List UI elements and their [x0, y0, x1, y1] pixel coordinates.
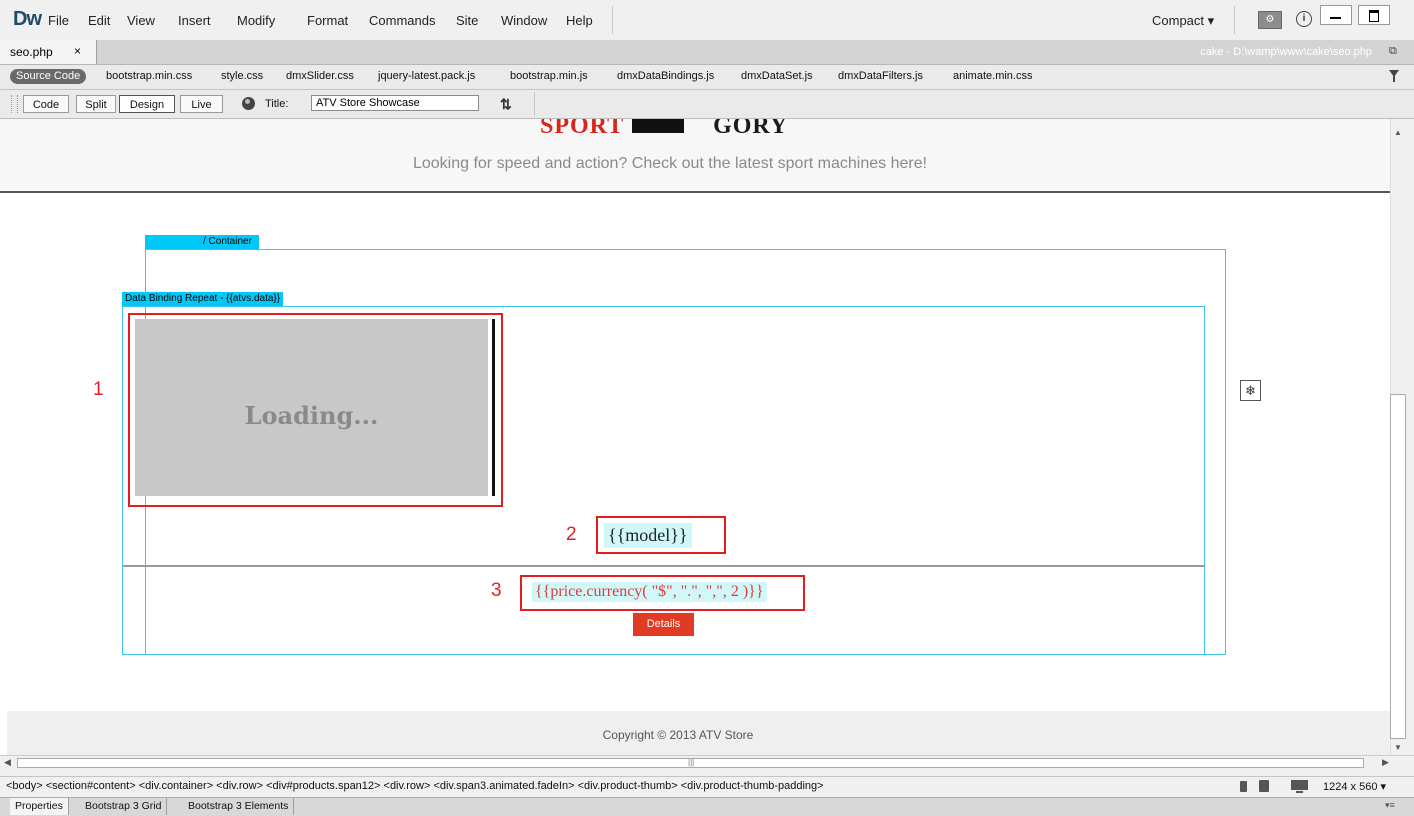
- menu-view[interactable]: View: [127, 13, 155, 28]
- data-binding-repeat-tag[interactable]: Data Binding Repeat - {{atvs.data}}: [122, 292, 284, 306]
- scroll-right-icon[interactable]: ▶: [1382, 757, 1389, 768]
- related-file-bootstrap-js[interactable]: bootstrap.min.js: [510, 70, 588, 82]
- tab-bootstrap-elements[interactable]: Bootstrap 3 Elements: [183, 798, 295, 815]
- menu-commands[interactable]: Commands: [369, 13, 435, 28]
- related-file-dmxdatabindings-js[interactable]: dmxDataBindings.js: [617, 70, 714, 82]
- sync-icon[interactable]: ⚙: [1258, 11, 1282, 29]
- menu-file[interactable]: File: [48, 13, 69, 28]
- tablet-icon[interactable]: [1259, 780, 1269, 792]
- close-icon[interactable]: ×: [74, 44, 81, 58]
- menu-help[interactable]: Help: [566, 13, 593, 28]
- split-view-button[interactable]: Split: [76, 95, 116, 113]
- annotation-2: 2: [566, 524, 577, 545]
- price-binding[interactable]: {{price.currency( "$", ".", ",", 2 )}}: [532, 582, 767, 602]
- maximize-button[interactable]: [1358, 5, 1390, 25]
- category-subtitle: Looking for speed and action? Check out …: [412, 155, 928, 172]
- copyright-text: Copyright © 2013 ATV Store: [602, 728, 754, 742]
- related-file-jquery-js[interactable]: jquery-latest.pack.js: [378, 70, 475, 82]
- phone-icon[interactable]: [1240, 781, 1247, 792]
- slider-divider: [492, 319, 495, 496]
- menu-separator: [612, 6, 613, 34]
- code-view-button[interactable]: Code: [23, 95, 69, 113]
- toolbar-separator: [534, 92, 535, 116]
- live-view-button[interactable]: Live: [180, 95, 223, 113]
- tag-selector-path[interactable]: <body> <section#content> <div.container>…: [6, 780, 824, 792]
- panel-menu-icon[interactable]: ▾≡: [1385, 800, 1395, 811]
- category-header: SPORT C GORY Looking for speed and action…: [0, 119, 1390, 193]
- container-tag-label: / Container: [203, 236, 252, 247]
- document-tab-label[interactable]: seo.php: [10, 45, 53, 59]
- minimize-button[interactable]: [1320, 5, 1352, 25]
- info-icon[interactable]: i: [1296, 11, 1312, 27]
- thumb-divider: [123, 565, 1205, 567]
- container-tag[interactable]: / Container: [145, 235, 259, 249]
- related-file-style-css[interactable]: style.css: [221, 70, 263, 82]
- scroll-left-icon[interactable]: ◀: [4, 757, 11, 768]
- menu-site[interactable]: Site: [456, 13, 478, 28]
- tab-bootstrap-grid[interactable]: Bootstrap 3 Grid: [80, 798, 168, 815]
- vertical-scroll-thumb[interactable]: [1390, 394, 1406, 739]
- menu-format[interactable]: Format: [307, 13, 348, 28]
- globe-icon[interactable]: [242, 97, 255, 110]
- related-file-animate-css[interactable]: animate.min.css: [953, 70, 1032, 82]
- scroll-up-icon[interactable]: ▲: [1394, 128, 1402, 137]
- tab-properties[interactable]: Properties: [10, 798, 69, 815]
- source-code-button[interactable]: Source Code: [10, 69, 87, 84]
- category-title-right: GORY: [713, 119, 789, 139]
- menu-modify[interactable]: Modify: [237, 13, 275, 28]
- loading-text: Loading...: [244, 401, 379, 430]
- title-label: Title:: [265, 98, 289, 110]
- title-ribbon-graphic: [632, 119, 684, 133]
- desktop-icon[interactable]: [1291, 780, 1308, 793]
- annotation-3: 3: [491, 580, 502, 601]
- page-footer: Copyright © 2013 ATV Store: [7, 711, 1390, 755]
- filter-icon[interactable]: [1389, 70, 1399, 82]
- related-file-bootstrap-css[interactable]: bootstrap.min.css: [106, 70, 192, 82]
- details-button[interactable]: Details: [633, 613, 694, 636]
- related-file-dmxdataset-js[interactable]: dmxDataSet.js: [741, 70, 813, 82]
- snowflake-icon[interactable]: ❄: [1240, 380, 1261, 401]
- menu-window[interactable]: Window: [501, 13, 547, 28]
- annotation-1: 1: [93, 379, 104, 400]
- workspace-separator: [1234, 6, 1235, 34]
- viewport-size-select[interactable]: 1224 x 560 ▾: [1323, 780, 1386, 793]
- restore-window-icon[interactable]: ⧉: [1389, 45, 1401, 57]
- design-view-canvas[interactable]: SPORT C GORY Looking for speed and action…: [0, 119, 1390, 755]
- scroll-grip-icon: |||: [688, 758, 695, 767]
- related-file-dmxdatafilters-js[interactable]: dmxDataFilters.js: [838, 70, 923, 82]
- toolbar-grip[interactable]: [11, 95, 18, 113]
- workspace-switcher[interactable]: Compact ▾: [1152, 13, 1214, 29]
- related-file-dmxslider-css[interactable]: dmxSlider.css: [286, 70, 354, 82]
- dreamweaver-logo: Dw: [13, 8, 42, 30]
- model-binding[interactable]: {{model}}: [604, 523, 692, 548]
- scroll-down-icon[interactable]: ▼: [1394, 743, 1402, 752]
- refresh-icon[interactable]: ⇅: [500, 96, 512, 113]
- menu-insert[interactable]: Insert: [178, 13, 211, 28]
- menu-edit[interactable]: Edit: [88, 13, 110, 28]
- title-input[interactable]: [311, 95, 479, 111]
- design-view-button[interactable]: Design: [119, 95, 175, 113]
- document-path: cake - D:\wamp\www\cake\seo.php: [1200, 46, 1372, 58]
